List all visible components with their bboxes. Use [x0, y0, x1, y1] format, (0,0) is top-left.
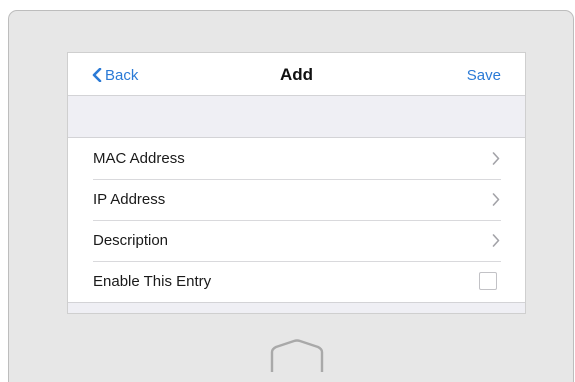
navigation-bar: Back Add Save	[68, 53, 525, 96]
settings-list: MAC Address IP Address Description Enabl…	[68, 137, 525, 303]
chevron-right-icon	[492, 193, 500, 206]
back-button[interactable]: Back	[92, 66, 138, 84]
page: Back Add Save MAC Address IP Address Des…	[0, 0, 575, 382]
chevron-right-icon	[492, 234, 500, 247]
list-item-description[interactable]: Description	[68, 220, 525, 261]
list-item-enable-entry: Enable This Entry	[68, 261, 525, 302]
list-item-mac-address[interactable]: MAC Address	[68, 138, 525, 179]
list-item-ip-address[interactable]: IP Address	[68, 179, 525, 220]
chevron-left-icon	[92, 68, 102, 82]
list-item-label: IP Address	[93, 191, 166, 208]
screen: Back Add Save MAC Address IP Address Des…	[67, 52, 526, 314]
list-item-label: Description	[93, 232, 169, 249]
back-button-label: Back	[105, 66, 139, 84]
list-item-label: MAC Address	[93, 150, 185, 167]
home-icon[interactable]	[270, 339, 324, 373]
chevron-right-icon	[492, 152, 500, 165]
list-item-label: Enable This Entry	[93, 273, 212, 290]
enable-entry-checkbox[interactable]	[479, 272, 497, 290]
save-button[interactable]: Save	[467, 67, 501, 84]
